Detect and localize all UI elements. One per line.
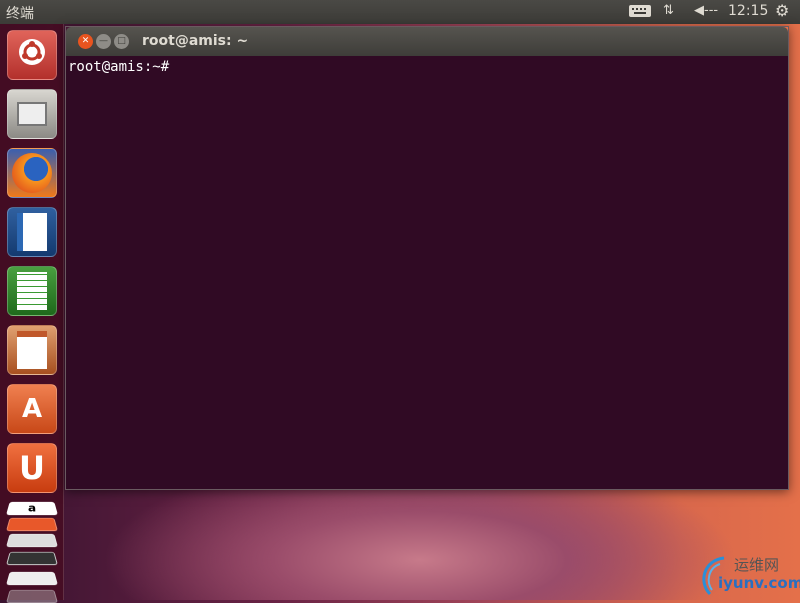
file-cabinet-icon [17, 102, 47, 126]
maximize-icon: □ [117, 36, 126, 46]
clock[interactable]: 12:15 [728, 3, 768, 19]
minimize-button[interactable]: — [96, 34, 111, 49]
launcher-impress[interactable] [7, 325, 57, 375]
launcher-terminal[interactable] [6, 551, 58, 566]
close-button[interactable]: ✕ [78, 34, 93, 49]
launcher-ubuntu-one[interactable]: U [7, 443, 57, 493]
terminal-window: ✕ — □ root@amis: ~ root@amis:~# [65, 26, 789, 490]
minimize-icon: — [99, 36, 108, 46]
launcher-workspace-switcher[interactable] [6, 571, 58, 586]
launcher-firefox[interactable] [7, 148, 57, 198]
ubuntu-logo-icon [17, 37, 47, 74]
keyboard-icon[interactable] [628, 4, 652, 22]
launcher-calc[interactable] [7, 266, 57, 316]
presentation-icon [17, 331, 47, 369]
watermark-cn: 运维网 [734, 556, 780, 574]
amazon-icon: a [27, 502, 37, 515]
ubuntu-one-icon: U [19, 449, 45, 487]
launcher-text-editor[interactable] [6, 533, 58, 548]
launcher-files[interactable] [7, 89, 57, 139]
terminal-area[interactable]: root@amis:~# [66, 56, 788, 489]
launcher-amazon[interactable]: a [6, 501, 58, 516]
spreadsheet-icon [17, 272, 47, 310]
launcher-dash-home[interactable] [7, 30, 57, 80]
app-title: 终端 [6, 6, 34, 22]
launcher-trash[interactable] [6, 589, 58, 603]
volume-icon[interactable]: ◀--- [694, 3, 718, 18]
launcher-writer[interactable] [7, 207, 57, 257]
shopping-bag-icon: A [21, 394, 43, 424]
power-gear-icon[interactable]: ⚙ [775, 1, 789, 20]
launcher-ubuntu-one-music[interactable] [6, 517, 58, 532]
terminal-prompt: root@amis:~# [68, 59, 170, 75]
document-icon [17, 213, 47, 251]
watermark-logo: 运维网 iyunv.com [696, 552, 800, 596]
network-icon[interactable]: ⇅ [663, 3, 674, 18]
title-bar[interactable]: ✕ — □ root@amis: ~ [66, 27, 788, 56]
top-panel: 终端 ⇅ ◀--- 12:15 ⚙ [0, 0, 800, 24]
close-icon: ✕ [81, 36, 90, 46]
window-title: root@amis: ~ [142, 33, 249, 49]
launcher-software-center[interactable]: A [7, 384, 57, 434]
launcher: A U a [0, 24, 64, 603]
watermark-en: iyunv.com [718, 574, 800, 592]
maximize-button[interactable]: □ [114, 34, 129, 49]
firefox-icon [12, 153, 52, 193]
